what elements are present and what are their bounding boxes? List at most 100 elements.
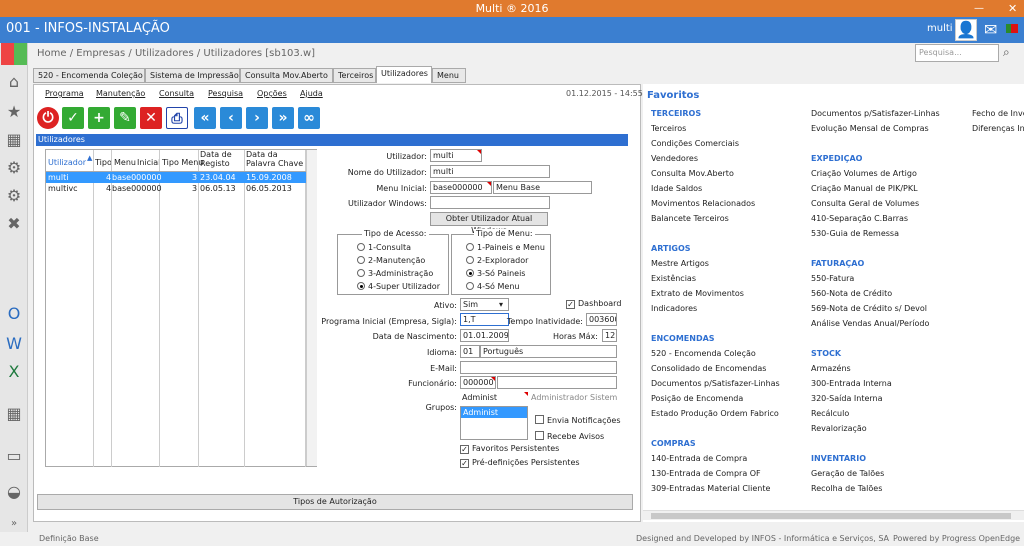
- favorites-link[interactable]: Recálculo: [811, 409, 849, 418]
- favorites-link[interactable]: Criação Manual de PIK/PKL: [811, 184, 918, 193]
- first-record-icon[interactable]: «: [194, 107, 216, 129]
- favorites-link[interactable]: 569-Nota de Crédito s/ Devol: [811, 304, 927, 313]
- calculator-icon[interactable]: ▦: [5, 405, 23, 423]
- radio-paineis-menu[interactable]: 1-Paineis e Menu: [466, 243, 545, 252]
- favorites-link[interactable]: Balancete Terceiros: [651, 214, 729, 223]
- favorites-link[interactable]: Vendedores: [651, 154, 698, 163]
- idioma-code-field[interactable]: 01: [460, 345, 480, 358]
- funcionario-code-field[interactable]: 000000: [460, 376, 496, 389]
- excel-icon[interactable]: X: [5, 363, 23, 381]
- favorites-link[interactable]: Evolução Mensal de Compras: [811, 124, 929, 133]
- favorites-link[interactable]: 309-Entradas Material Cliente: [651, 484, 770, 493]
- radio-so-menu[interactable]: 4-Só Menu: [466, 282, 519, 291]
- idioma-field[interactable]: Português: [480, 345, 617, 358]
- star-icon[interactable]: ★: [5, 103, 23, 121]
- favorites-link[interactable]: Extrato de Movimentos: [651, 289, 744, 298]
- tools-icon[interactable]: ✖: [5, 215, 23, 233]
- grid-scrollbar[interactable]: [306, 150, 317, 466]
- menu-inicial-field[interactable]: base000000: [430, 181, 492, 194]
- grupo-field[interactable]: Administ: [460, 392, 528, 405]
- email-field[interactable]: [460, 361, 617, 374]
- favorites-link[interactable]: Condições Comerciais: [651, 139, 739, 148]
- outlook-icon[interactable]: O: [5, 305, 23, 323]
- tab-consulta[interactable]: Consulta Mov.Aberto: [240, 68, 333, 83]
- envia-notificacoes-checkbox[interactable]: Envia Notificações: [535, 415, 621, 425]
- radio-manutencao[interactable]: 2-Manutenção: [357, 256, 425, 265]
- confirm-icon[interactable]: ✓: [62, 107, 84, 129]
- flag-icon[interactable]: [1006, 24, 1018, 33]
- favorites-link[interactable]: Terceiros: [651, 124, 686, 133]
- favorites-link[interactable]: Análise Vendas Anual/Período: [811, 319, 929, 328]
- nome-field[interactable]: multi: [430, 165, 550, 178]
- favoritos-persistentes-checkbox[interactable]: ✓ Favoritos Persistentes: [460, 444, 559, 454]
- utilizador-field[interactable]: multi: [430, 149, 482, 162]
- nascimento-field[interactable]: 01.01.2009: [460, 329, 509, 342]
- favorites-link[interactable]: Estado Produção Ordem Fabrico: [651, 409, 779, 418]
- favorites-link[interactable]: Idade Saldos: [651, 184, 702, 193]
- col-header-palavra[interactable]: Data da Palavra Chave: [245, 150, 305, 172]
- grid-settings-icon[interactable]: ▦: [5, 131, 23, 149]
- dashboard-checkbox[interactable]: ✓ Dashboard: [566, 299, 621, 309]
- minimize-icon[interactable]: —: [974, 0, 984, 17]
- table-row[interactable]: multivc 4 base000000 3 06.05.13 06.05.20…: [46, 183, 306, 194]
- menu-pesquisa[interactable]: Pesquisa: [208, 89, 243, 98]
- monitor-icon[interactable]: ▭: [5, 447, 23, 465]
- menu-consulta[interactable]: Consulta: [159, 89, 194, 98]
- tab-utilizadores[interactable]: Utilizadores: [376, 66, 432, 83]
- home-icon[interactable]: ⌂: [5, 73, 23, 91]
- favorites-link[interactable]: 410-Separação C.Barras: [811, 214, 908, 223]
- funcionario-field[interactable]: [497, 376, 617, 389]
- favorites-link[interactable]: Posição de Encomenda: [651, 394, 743, 403]
- avatar[interactable]: 👤: [955, 19, 977, 41]
- favorites-link[interactable]: Documentos p/Satisfazer-Linhas: [651, 379, 780, 388]
- favorites-link[interactable]: 550-Fatura: [811, 274, 854, 283]
- next-record-icon[interactable]: ›: [246, 107, 268, 129]
- favorites-link[interactable]: Fecho de Inve: [972, 109, 1024, 118]
- expand-icon[interactable]: »: [5, 515, 23, 533]
- favorites-link[interactable]: Consolidado de Encomendas: [651, 364, 766, 373]
- favorites-link[interactable]: Recolha de Talões: [811, 484, 882, 493]
- favorites-link[interactable]: Movimentos Relacionados: [651, 199, 755, 208]
- tab-menu[interactable]: Menu: [432, 68, 466, 83]
- menu-opcoes[interactable]: Opções: [257, 89, 287, 98]
- tab-encomenda[interactable]: 520 - Encomenda Coleção: [33, 68, 145, 83]
- add-icon[interactable]: +: [88, 107, 110, 129]
- gears-icon[interactable]: ⚙: [5, 159, 23, 177]
- ativo-select[interactable]: Sim ▾: [460, 298, 509, 311]
- favorites-link[interactable]: Documentos p/Satisfazer-Linhas: [811, 109, 940, 118]
- programa-field[interactable]: 1,T: [460, 313, 509, 326]
- favorites-link[interactable]: 130-Entrada de Compra OF: [651, 469, 761, 478]
- col-header-registo[interactable]: Data de Registo: [199, 150, 244, 172]
- radio-so-paineis[interactable]: 3-Só Paineis: [466, 269, 525, 278]
- favorites-link[interactable]: 320-Saída Interna: [811, 394, 883, 403]
- menu-base-field[interactable]: Menu Base: [493, 181, 592, 194]
- app-grid-icon[interactable]: [1, 43, 27, 65]
- tab-impressao[interactable]: Sistema de Impressão: [145, 68, 240, 83]
- favorites-link[interactable]: 560-Nota de Crédito: [811, 289, 892, 298]
- gear-icon[interactable]: ⚙: [5, 187, 23, 205]
- obter-utilizador-button[interactable]: Obter Utilizador Atual Windows: [430, 212, 548, 235]
- favorites-link[interactable]: Existências: [651, 274, 696, 283]
- tab-terceiros[interactable]: Terceiros: [333, 68, 376, 83]
- radio-super-utilizador[interactable]: 4-Super Utilizador: [357, 282, 440, 291]
- edit-icon[interactable]: ✎: [114, 107, 136, 129]
- users-grid[interactable]: Utilizador ▲ Tipo Menu Inicial Tipo Menu…: [45, 149, 317, 467]
- link-icon[interactable]: ∞: [298, 107, 320, 129]
- search-icon[interactable]: ⌕: [1003, 45, 1010, 60]
- list-item[interactable]: Administ: [461, 407, 527, 418]
- close-window-icon[interactable]: ✕: [1008, 0, 1017, 17]
- favorites-link[interactable]: 140-Entrada de Compra: [651, 454, 747, 463]
- mail-icon[interactable]: ✉: [984, 20, 997, 39]
- radio-explorador[interactable]: 2-Explorador: [466, 256, 528, 265]
- favorites-link[interactable]: Armazéns: [811, 364, 851, 373]
- favorites-link[interactable]: Indicadores: [651, 304, 697, 313]
- favorites-link[interactable]: 530-Guia de Remessa: [811, 229, 899, 238]
- table-row[interactable]: multi 4 base000000 3 23.04.04 15.09.2008: [46, 172, 306, 183]
- tipos-autorizacao-button[interactable]: Tipos de Autorização: [37, 494, 633, 510]
- power-icon[interactable]: ⏻: [37, 107, 59, 129]
- favorites-link[interactable]: Geração de Talões: [811, 469, 884, 478]
- favorites-link[interactable]: Diferenças In: [972, 124, 1024, 133]
- word-icon[interactable]: W: [5, 335, 23, 353]
- menu-programa[interactable]: Programa: [45, 89, 84, 98]
- favorites-link[interactable]: 300-Entrada Interna: [811, 379, 892, 388]
